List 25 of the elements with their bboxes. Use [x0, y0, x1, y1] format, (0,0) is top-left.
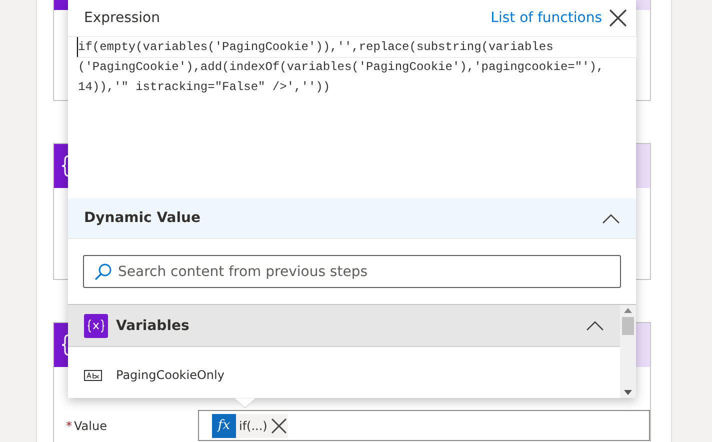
- popup-title: Expression: [84, 10, 161, 26]
- chevron-up-icon[interactable]: [602, 214, 620, 224]
- functions-link[interactable]: List of functions: [490, 10, 602, 26]
- value-label: * Value: [66, 418, 108, 432]
- section-title: Dynamic Value: [84, 210, 200, 226]
- expression-token[interactable]: fx if(...): [212, 414, 288, 438]
- group-header[interactable]: Variables: [68, 305, 620, 347]
- scroll-down-icon[interactable]: [624, 390, 632, 395]
- chevron-up-icon[interactable]: [586, 321, 604, 331]
- list-item[interactable]: PagingCookieOnly: [68, 347, 620, 403]
- scroll-up-icon[interactable]: [624, 308, 632, 313]
- scrollbar[interactable]: [620, 305, 636, 398]
- code-line: 14)),'" istracking="False" />','')): [78, 79, 332, 96]
- section-header[interactable]: Dynamic Value: [68, 198, 636, 239]
- value-field[interactable]: fx if(...): [198, 410, 650, 441]
- scroll-thumb[interactable]: [622, 317, 634, 335]
- search-icon: [94, 262, 112, 280]
- search-field[interactable]: Search content from previous steps: [83, 255, 621, 288]
- variable-icon: [87, 318, 105, 332]
- code-line: ('PagingCookie'),add(indexOf(variables('PagingCookie'),'pagingcookie="'),: [78, 59, 605, 76]
- expression-editor[interactable]: if(empty(variables('PagingCookie')),'',replace(substring(variables ('PagingCookie'),add(indexOf(variables('PagingCookie'),'pagingcookie="'), 14)),'" istracking="False" />','')): [68, 36, 636, 198]
- close-icon[interactable]: [608, 8, 628, 28]
- group-title: Variables: [116, 318, 190, 334]
- text-type-icon: [84, 370, 102, 380]
- close-icon[interactable]: [270, 416, 288, 434]
